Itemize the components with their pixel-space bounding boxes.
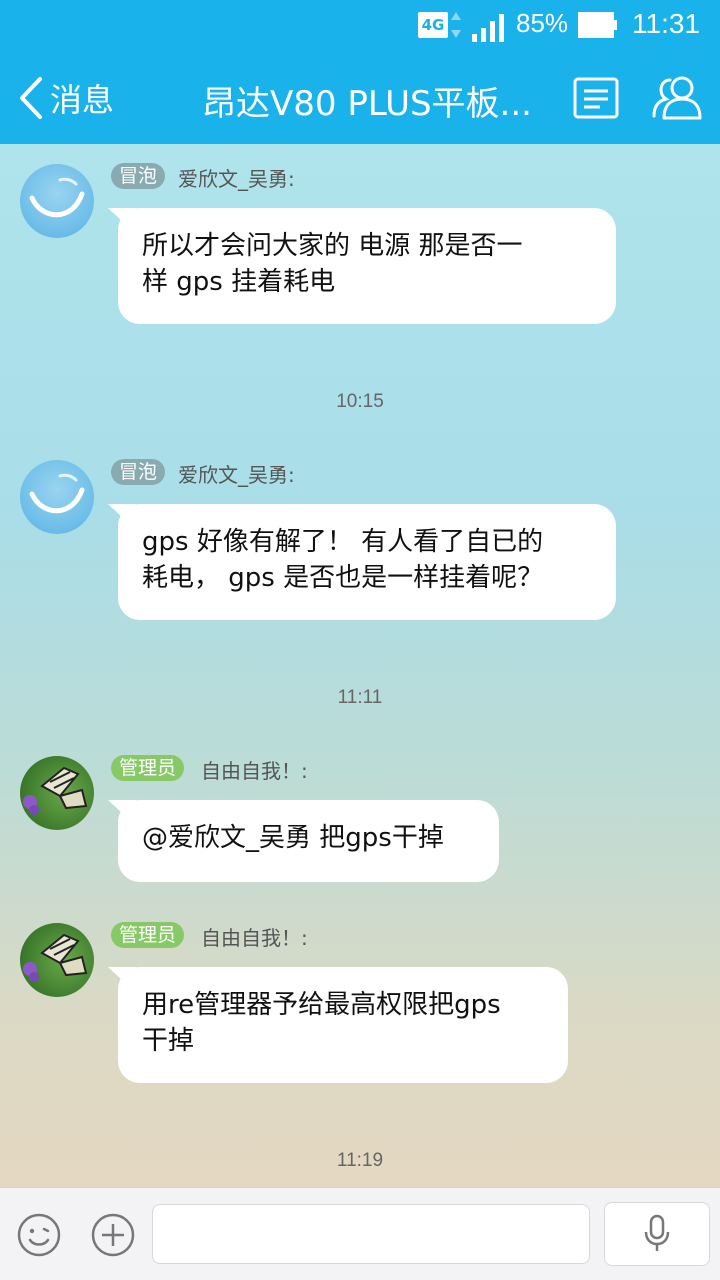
message-bubble[interactable]: gps 好像有解了！ 有人看了自已的 耗电， gps 是否也是一样挂着呢？ [118, 504, 616, 620]
status-bar: 4G 85% 11:31 [0, 0, 720, 52]
admin-badge: 管理员 [111, 755, 185, 781]
avatar[interactable] [20, 460, 94, 534]
message-line: 干掉 [142, 1026, 195, 1056]
nav-bar: 消息 昂达V80 PLUS平板... [0, 52, 720, 144]
chat-area[interactable]: 冒泡 爱欣文_吴勇: 所以才会问大家的 电源 那是否一 样 gps 挂着耗电 1… [0, 144, 720, 1187]
status-clock: 11:31 [632, 8, 700, 39]
timestamp: 10:15 [336, 391, 384, 412]
signal-strength-icon [472, 14, 504, 42]
avatar[interactable] [20, 164, 94, 238]
message-input[interactable] [152, 1204, 590, 1264]
battery-icon [578, 12, 617, 38]
sky-swoosh-icon [29, 177, 85, 218]
sky-swoosh-icon [29, 473, 85, 514]
message-line: 样 gps 挂着耗电 [142, 267, 336, 297]
avatar[interactable] [20, 923, 94, 997]
message-line: gps 好像有解了！ 有人看了自已的 [142, 527, 544, 557]
sender-name: 爱欣文_吴勇: [178, 167, 295, 191]
plus-icon[interactable] [90, 1212, 136, 1258]
message-line: 耗电， gps 是否也是一样挂着呢？ [142, 563, 544, 593]
member-badge: 冒泡 [111, 163, 166, 189]
admin-badge: 管理员 [111, 922, 185, 948]
back-button[interactable]: 消息 [16, 74, 114, 122]
butterfly-icon [23, 933, 88, 982]
input-bar [0, 1187, 720, 1280]
message-bubble[interactable]: @爱欣文_吴勇 把gps干掉 [118, 800, 499, 882]
smiley-icon[interactable] [16, 1212, 62, 1258]
network-type-indicator: 4G [418, 12, 448, 38]
avatar[interactable] [20, 756, 94, 830]
timestamp: 11:19 [336, 1150, 384, 1171]
back-label: 消息 [50, 81, 115, 119]
timestamp: 11:11 [337, 687, 383, 708]
message-line: 用re管理器予给最高权限把gps [142, 990, 501, 1020]
message-bubble[interactable]: 所以才会问大家的 电源 那是否一 样 gps 挂着耗电 [118, 208, 616, 324]
message-line: @爱欣文_吴勇 把gps干掉 [142, 823, 444, 853]
voice-button[interactable] [604, 1202, 710, 1266]
chevron-left-icon [20, 77, 42, 119]
data-activity-icon [451, 12, 461, 38]
document-icon[interactable] [572, 76, 620, 120]
people-icon[interactable] [650, 72, 706, 122]
butterfly-icon [23, 766, 88, 815]
message-bubble[interactable]: 用re管理器予给最高权限把gps 干掉 [118, 967, 568, 1083]
message-line: 所以才会问大家的 电源 那是否一 [142, 231, 523, 261]
sender-name: 爱欣文_吴勇: [178, 463, 295, 487]
sender-name: 自由自我！: [201, 759, 308, 783]
member-badge: 冒泡 [111, 459, 166, 485]
microphone-icon [644, 1214, 670, 1251]
sender-name: 自由自我！: [201, 926, 308, 950]
battery-percent: 85% [516, 8, 569, 38]
chat-title: 昂达V80 PLUS平板... [202, 84, 532, 124]
